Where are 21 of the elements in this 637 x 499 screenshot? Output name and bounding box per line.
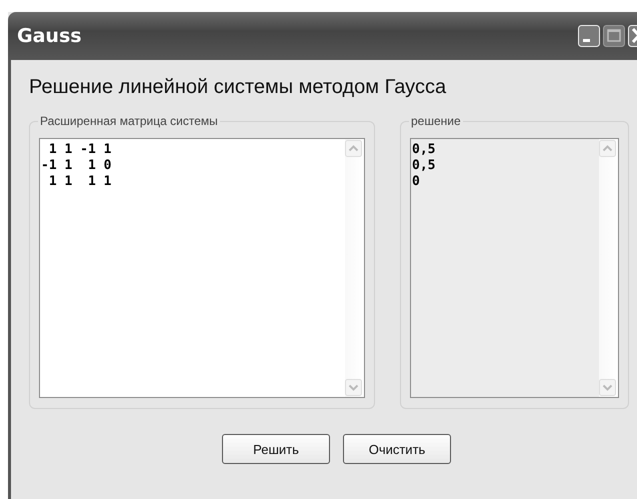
text-line: -1 1 1 0 <box>41 158 112 174</box>
text-line: 0,5 <box>412 158 436 174</box>
heading: Решение линейной системы методом Гаусса <box>29 76 448 99</box>
button[interactable]: Решить <box>222 434 330 464</box>
scroll-bar[interactable] <box>599 139 618 397</box>
text-area[interactable]: 0,5 0,5 0 <box>410 138 619 398</box>
maximize-icon[interactable] <box>603 25 625 47</box>
text-line: 1 1 1 1 <box>48 174 112 190</box>
group-label: Расширенная матрица системы <box>38 114 220 128</box>
text-line: 0 <box>412 174 421 190</box>
scroll-down-icon[interactable] <box>345 379 362 396</box>
text-line: 1 1 -1 1 <box>48 142 112 158</box>
scroll-bar[interactable] <box>345 139 364 397</box>
text-line: 0,5 <box>412 142 436 158</box>
scroll-up-icon[interactable] <box>599 140 616 157</box>
scroll-up-icon[interactable] <box>345 140 362 157</box>
scroll-down-icon[interactable] <box>599 379 616 396</box>
button[interactable]: Очистить <box>343 434 451 464</box>
minimize-icon[interactable] <box>578 25 600 47</box>
text-area[interactable]: 1 1 -1 1 -1 1 1 0 1 1 1 1 <box>39 138 365 398</box>
window-title: Gauss <box>17 25 82 47</box>
